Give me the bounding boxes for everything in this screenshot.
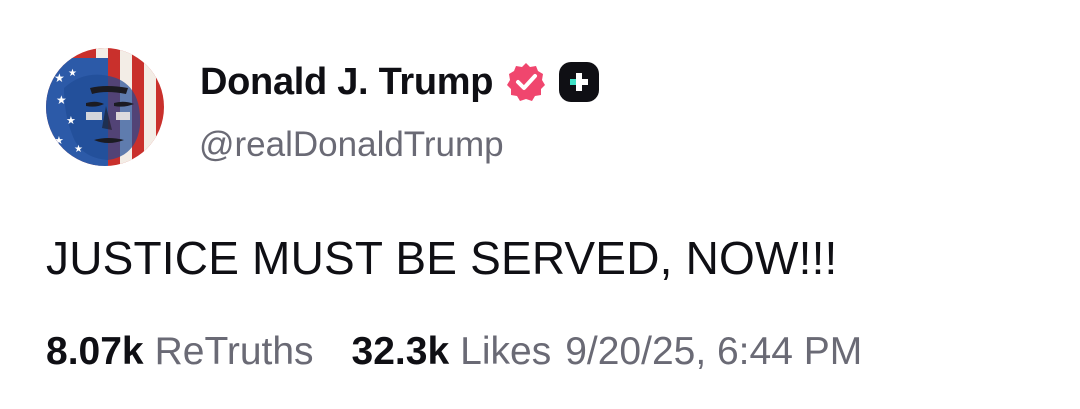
truth-post: ★ ★ ★ ★ ★ ★ Donald J. Trump @realDonaldT… — [0, 0, 1080, 409]
display-name[interactable]: Donald J. Trump — [200, 58, 494, 106]
svg-text:★: ★ — [54, 71, 65, 85]
svg-text:★: ★ — [56, 93, 67, 107]
verified-badge-icon — [505, 61, 547, 103]
svg-text:★: ★ — [54, 134, 64, 147]
user-handle[interactable]: @realDonaldTrump — [199, 122, 504, 168]
display-name-row: Donald J. Trump — [200, 58, 600, 106]
avatar[interactable]: ★ ★ ★ ★ ★ ★ — [46, 48, 164, 166]
post-timestamp: 9/20/25, 6:44 PM — [565, 330, 863, 373]
svg-text:★: ★ — [74, 144, 83, 155]
flag-portrait-avatar: ★ ★ ★ ★ ★ ★ — [46, 48, 164, 166]
svg-text:★: ★ — [66, 114, 76, 127]
post-stats: 8.07k ReTruths 32.3k Likes 9/20/25, 6:44… — [46, 326, 862, 378]
svg-text:★: ★ — [68, 68, 77, 79]
truth-plus-badge-icon — [559, 62, 600, 102]
retruths-count[interactable]: 8.07k — [46, 326, 144, 378]
retruths-label[interactable]: ReTruths — [155, 326, 314, 378]
post-body-text: JUSTICE MUST BE SERVED, NOW!!! — [46, 232, 838, 284]
likes-label[interactable]: Likes — [460, 326, 551, 378]
likes-count[interactable]: 32.3k — [352, 326, 450, 378]
